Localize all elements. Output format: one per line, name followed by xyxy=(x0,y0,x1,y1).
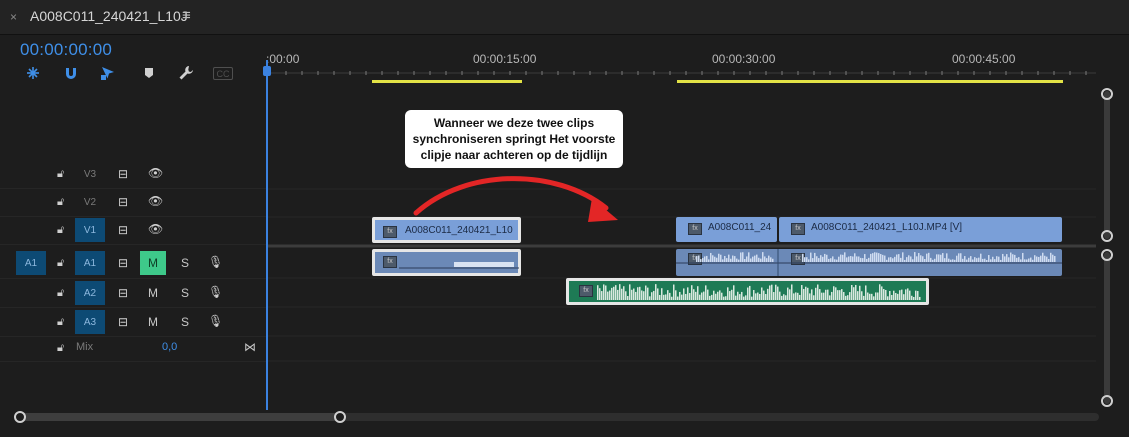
track-name-a1[interactable]: A1 xyxy=(75,251,105,275)
ruler-label-0: :00:00 xyxy=(266,52,300,66)
track-name-v3[interactable]: V3 xyxy=(75,162,105,186)
solo-button-a1[interactable]: S xyxy=(172,251,198,275)
ruler-label-15: 00:00:15:00 xyxy=(473,52,537,66)
lock-icon[interactable]: 🔓︎ xyxy=(57,224,69,236)
sync-lock-icon[interactable]: ⊟ xyxy=(118,256,128,270)
track-name-a2[interactable]: A2 xyxy=(75,281,105,305)
lock-icon[interactable]: 🔓︎ xyxy=(57,287,69,299)
playhead-line[interactable] xyxy=(266,60,268,410)
track-headers: 🔓︎ V3 ⊟ 👁︎ 🔓︎ V2 ⊟ 👁︎ 🔓︎ V1 ⊟ 👁︎ A1 🔓︎ A… xyxy=(0,88,266,408)
playhead-handle[interactable] xyxy=(263,66,271,76)
tab-menu-icon[interactable]: ≡ xyxy=(182,7,191,24)
sync-lock-icon[interactable]: ⊟ xyxy=(118,286,128,300)
audio-clip-a1-selected[interactable]: fx xyxy=(372,249,521,276)
track-header-a1: A1 🔓︎ A1 ⊟ M S 🎙︎ xyxy=(0,249,266,279)
sync-lock-icon[interactable]: ⊟ xyxy=(118,195,128,209)
audio-waveform xyxy=(399,262,519,269)
mix-volume-value[interactable]: 0,0 xyxy=(162,341,177,353)
microphone-icon[interactable]: 🎙︎ xyxy=(208,314,223,328)
callout-line-2: synchroniseren springt Het voorste xyxy=(412,132,616,146)
track-name-v1[interactable]: V1 xyxy=(75,218,105,242)
eye-icon[interactable]: 👁︎ xyxy=(148,166,163,180)
clip-name: A008C011_24 xyxy=(708,222,772,233)
wrench-settings-icon[interactable] xyxy=(175,63,197,83)
audio-clip-a1-2[interactable]: fx fx xyxy=(676,249,1062,276)
track-name-a3[interactable]: A3 xyxy=(75,310,105,334)
sync-lock-icon[interactable]: ⊟ xyxy=(118,223,128,237)
clip-name: A008C011_240421_L10J.MP4 [V] xyxy=(811,222,963,233)
fx-badge: fx xyxy=(383,226,397,238)
annotation-callout: Wanneer we deze twee clips synchronisere… xyxy=(405,110,623,168)
sync-lock-icon[interactable]: ⊟ xyxy=(118,167,128,181)
linked-selection-icon[interactable] xyxy=(98,63,120,83)
track-header-a2: 🔓︎ A2 ⊟ M S 🎙︎ xyxy=(0,279,266,308)
mute-button-a3[interactable]: M xyxy=(140,310,166,334)
sync-lock-icon[interactable]: ⊟ xyxy=(118,315,128,329)
vertical-scrollbars[interactable] xyxy=(1097,88,1117,408)
timeline-tracks[interactable]: fx A008C011_240421_L10 fx fx A008C011_24… xyxy=(266,88,1096,408)
audio-clip-a2-selected[interactable]: fx xyxy=(566,278,929,305)
video-clip-v1-2[interactable]: fx A008C011_24 xyxy=(676,217,777,242)
work-area-bar-2[interactable] xyxy=(677,80,1063,83)
snap-nested-icon[interactable] xyxy=(22,63,44,83)
captions-icon[interactable]: CC xyxy=(213,67,233,80)
horizontal-zoom-scrollbar[interactable] xyxy=(10,410,1100,424)
solo-button-a2[interactable]: S xyxy=(172,281,198,305)
ruler-label-45: 00:00:45:00 xyxy=(952,52,1016,66)
fx-badge: fx xyxy=(791,223,805,235)
audio-waveform xyxy=(676,249,1062,276)
fx-badge: fx xyxy=(383,256,397,268)
lock-icon[interactable]: 🔓︎ xyxy=(57,196,69,208)
red-annotation-arrow xyxy=(413,176,618,222)
mute-button-a1[interactable]: M xyxy=(140,251,166,275)
work-area-bar-1[interactable] xyxy=(372,80,522,83)
track-header-v1: 🔓︎ V1 ⊟ 👁︎ xyxy=(0,217,266,245)
sequence-tab-title[interactable]: A008C011_240421_L10J xyxy=(30,8,188,24)
source-patch-a1[interactable]: A1 xyxy=(16,251,46,275)
bowtie-icon[interactable]: ⋈ xyxy=(244,340,256,354)
lock-icon[interactable]: 🔓︎ xyxy=(57,316,69,328)
audio-waveform xyxy=(597,284,921,300)
eye-icon[interactable]: 👁︎ xyxy=(148,194,163,208)
callout-line-3: clipje naar achteren op de tijdlijn xyxy=(420,148,608,162)
ruler-label-30: 00:00:30:00 xyxy=(712,52,776,66)
lock-icon[interactable]: 🔓︎ xyxy=(57,257,69,269)
microphone-icon[interactable]: 🎙︎ xyxy=(208,255,223,269)
track-header-v3: 🔓︎ V3 ⊟ 👁︎ xyxy=(0,161,266,189)
microphone-icon[interactable]: 🎙︎ xyxy=(208,285,223,299)
fx-badge: fx xyxy=(688,223,702,235)
playhead-timecode[interactable]: 00:00:00:00 xyxy=(20,40,112,60)
callout-line-1: Wanneer we deze twee clips xyxy=(433,116,595,130)
lock-icon[interactable]: 🔓︎ xyxy=(57,342,69,354)
solo-button-a3[interactable]: S xyxy=(172,310,198,334)
track-header-a3: 🔓︎ A3 ⊟ M S 🎙︎ xyxy=(0,308,266,337)
track-header-mix: 🔓︎ Mix 0,0 ⋈ xyxy=(0,337,266,362)
mute-button-a2[interactable]: M xyxy=(140,281,166,305)
lock-icon[interactable]: 🔓︎ xyxy=(57,168,69,180)
magnet-snap-icon[interactable] xyxy=(60,63,82,83)
eye-icon[interactable]: 👁︎ xyxy=(148,222,163,236)
track-name-v2[interactable]: V2 xyxy=(75,190,105,214)
marker-icon[interactable] xyxy=(138,63,160,83)
track-header-v2: 🔓︎ V2 ⊟ 👁︎ xyxy=(0,189,266,217)
mix-track-label: Mix xyxy=(76,341,94,353)
video-clip-v1-3[interactable]: fx A008C011_240421_L10J.MP4 [V] xyxy=(779,217,1062,242)
tab-close-icon[interactable]: × xyxy=(10,10,17,24)
